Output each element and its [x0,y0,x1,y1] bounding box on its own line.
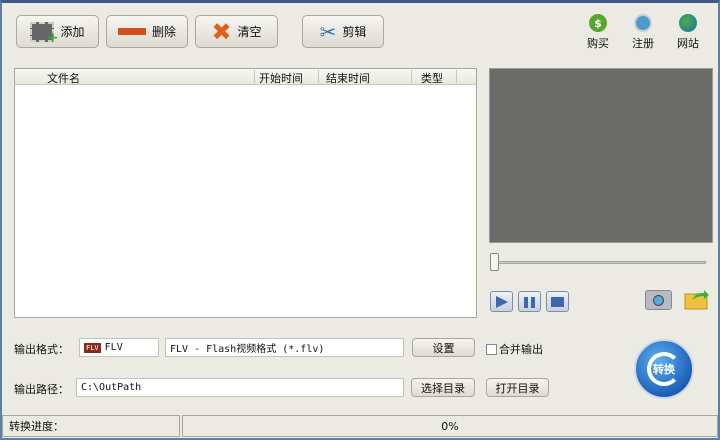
progress-label: 转换进度： [9,420,64,433]
video-preview [489,68,713,243]
register-link[interactable]: 注册 [623,14,663,51]
column-type[interactable]: 类型 [421,70,443,86]
format-select-value: FLV [104,342,123,353]
seek-slider[interactable] [494,261,706,264]
settings-label: 设置 [432,341,455,355]
format-detail-select[interactable]: FLV - Flash视频格式 (*.flv) [165,338,404,357]
merge-output-checkbox[interactable]: 合并输出 [486,341,543,357]
choose-directory-button[interactable]: 选择目录 [411,378,475,397]
scissors-icon: ✂ [319,19,337,44]
checkbox-box[interactable] [486,343,497,355]
cut-label: 剪辑 [342,25,367,39]
flv-icon: FLV [84,342,101,353]
open-directory-button[interactable]: 打开目录 [486,378,549,397]
column-end-time[interactable]: 结束时间 [326,70,370,86]
minus-icon [117,28,146,35]
add-button[interactable]: + 添加 [16,15,99,48]
buy-link[interactable]: $ 购买 [578,14,618,51]
status-label-cell: 转换进度： [2,415,180,437]
x-icon: ✖ [211,17,232,46]
output-path-value: C:\OutPath [81,382,142,393]
convert-label: 转换 [653,363,675,376]
seek-slider-thumb[interactable] [490,253,499,271]
progress-bar: 0% [182,415,718,437]
delete-button[interactable]: 删除 [106,15,188,48]
merge-output-label: 合并输出 [499,343,543,356]
buy-label: 购买 [587,37,609,50]
choose-directory-label: 选择目录 [421,381,465,395]
play-icon [496,296,508,308]
globe-icon [679,14,697,32]
file-list-header: 文件名 开始时间 结束时间 类型 [15,69,476,85]
format-select[interactable]: FLV FLV [79,338,159,357]
stop-button[interactable] [546,291,569,312]
snapshot-button[interactable] [645,290,672,310]
stop-icon [551,297,564,307]
progress-text: 0% [441,419,459,433]
column-start-time[interactable]: 开始时间 [259,70,303,86]
clear-button[interactable]: ✖ 清空 [195,15,278,48]
format-label: 输出格式： [14,343,69,356]
pause-button[interactable] [518,291,541,312]
folder-share-icon [684,290,709,310]
refresh-icon: 转换 [647,352,681,386]
convert-button[interactable]: 转换 [634,339,694,399]
play-button[interactable] [490,291,513,312]
lock-icon [634,14,652,32]
column-filename[interactable]: 文件名 [47,70,80,86]
open-directory-label: 打开目录 [495,381,540,395]
clear-label: 清空 [237,25,262,39]
file-list[interactable]: 文件名 开始时间 结束时间 类型 [14,68,477,318]
website-link[interactable]: 网站 [668,14,708,51]
add-label: 添加 [60,25,85,39]
delete-label: 删除 [151,25,176,39]
website-label: 网站 [677,37,699,50]
output-path-input[interactable]: C:\OutPath [76,378,404,397]
open-snapshot-folder-button[interactable] [684,288,710,310]
settings-button[interactable]: 设置 [412,338,475,357]
film-add-icon: + [30,21,58,46]
camera-icon [653,295,664,306]
pause-icon [524,297,535,308]
path-label: 输出路径： [14,383,69,396]
dollar-icon: $ [589,14,607,32]
cut-button[interactable]: ✂ 剪辑 [302,15,384,48]
format-detail-value: FLV - Flash视频格式 (*.flv) [170,344,325,355]
register-label: 注册 [632,37,654,50]
